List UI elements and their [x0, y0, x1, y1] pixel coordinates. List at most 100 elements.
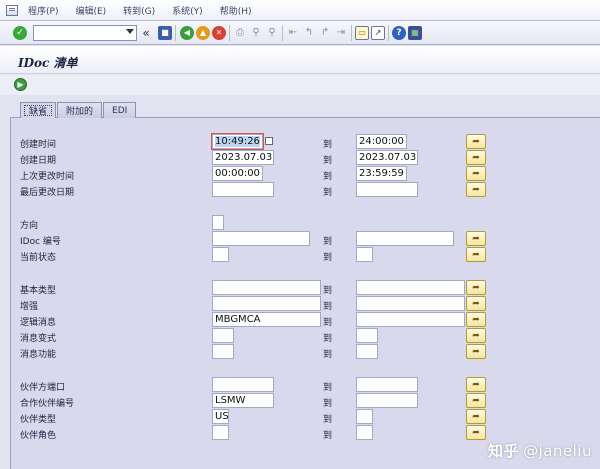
partner-number-from-field[interactable]: LSMW [212, 393, 274, 408]
tab-additional[interactable]: 附加的 [57, 102, 103, 118]
enhancement-label: 增强 [20, 302, 39, 312]
basic-type-label: 基本类型 [20, 286, 57, 296]
partner-number-to-field[interactable] [356, 393, 418, 408]
prev-page-icon[interactable]: ↰ [302, 26, 316, 40]
multiple-selection-button[interactable]: ➦ [466, 231, 486, 246]
created-time-from-field[interactable]: 10:49:26 [211, 133, 264, 150]
command-field[interactable] [33, 25, 137, 41]
multiple-selection-button[interactable]: ➦ [466, 296, 486, 311]
multiple-selection-button[interactable]: ➦ [466, 344, 486, 359]
multiple-selection-button[interactable]: ➦ [466, 409, 486, 424]
to-label: 到 [323, 302, 333, 312]
created-date-to-field[interactable]: 2023.07.03 [356, 150, 418, 165]
check-icon[interactable]: ✓ [13, 26, 27, 40]
to-label: 到 [323, 188, 333, 198]
partner-role-from-field[interactable] [212, 425, 229, 440]
separator [175, 25, 176, 41]
exit-icon[interactable]: ▲ [196, 26, 210, 40]
print-icon[interactable]: ⎙ [233, 26, 247, 40]
last-change-time-from-field[interactable]: 00:00:00 [212, 166, 263, 181]
basic-type-to-field[interactable] [356, 280, 465, 295]
page-title: IDoc 清单 [18, 56, 78, 70]
partner-role-to-field[interactable] [356, 425, 373, 440]
menu-bar: 程序(P) 编辑(E) 转到(G) 系统(Y) 帮助(H) [0, 0, 600, 21]
partner-port-label: 伙伴方端口 [20, 383, 66, 393]
message-function-from-field[interactable] [212, 344, 234, 359]
current-status-label: 当前状态 [20, 253, 57, 263]
menu-edit[interactable]: 编辑(E) [75, 4, 106, 17]
message-function-label: 消息功能 [20, 350, 57, 360]
menu-system[interactable]: 系统(Y) [172, 4, 203, 17]
multiple-selection-button[interactable]: ➦ [466, 377, 486, 392]
message-function-to-field[interactable] [356, 344, 378, 359]
idoc-number-from-field[interactable] [212, 231, 310, 246]
collapse-icon[interactable]: « [141, 26, 151, 40]
layout-icon[interactable]: ▦ [408, 26, 422, 40]
enhancement-to-field[interactable] [356, 296, 465, 311]
logical-message-label: 逻辑消息 [20, 318, 57, 328]
basic-type-from-field[interactable] [212, 280, 321, 295]
command-input[interactable] [34, 26, 122, 40]
next-page-icon[interactable]: ↱ [318, 26, 332, 40]
shortcut-icon[interactable]: ↗ [371, 26, 385, 40]
logical-message-from-field[interactable]: MBGMCA [212, 312, 321, 327]
multiple-selection-button[interactable]: ➦ [466, 150, 486, 165]
last-page-icon[interactable]: ⇥ [334, 26, 348, 40]
partner-type-to-field[interactable] [356, 409, 373, 424]
window-menu-icon[interactable] [6, 4, 18, 16]
partner-number-label: 合作伙伴编号 [20, 399, 75, 409]
direction-field[interactable] [212, 215, 224, 230]
watermark-logo: 知乎 [488, 442, 520, 460]
cancel-icon[interactable]: ✕ [212, 26, 226, 40]
partner-type-from-field[interactable]: US [212, 409, 229, 424]
tab-edi[interactable]: EDI [103, 102, 137, 118]
created-time-to-field[interactable]: 24:00:00 [356, 134, 407, 149]
partner-port-from-field[interactable] [212, 377, 274, 392]
menu-goto[interactable]: 转到(G) [123, 4, 155, 17]
multiple-selection-button[interactable]: ➦ [466, 425, 486, 440]
separator [282, 25, 283, 41]
logical-message-to-field[interactable] [356, 312, 465, 327]
menu-program[interactable]: 程序(P) [28, 4, 58, 17]
message-variant-from-field[interactable] [212, 328, 234, 343]
current-status-from-field[interactable] [212, 247, 229, 262]
enhancement-from-field[interactable] [212, 296, 321, 311]
partner-port-to-field[interactable] [356, 377, 418, 392]
find-icon[interactable]: ⚲ [249, 26, 263, 40]
last-change-date-to-field[interactable] [356, 182, 418, 197]
find-next-icon[interactable]: ⚲ [265, 26, 279, 40]
multiple-selection-button[interactable]: ➦ [466, 134, 486, 149]
last-change-time-to-field[interactable]: 23:59:59 [356, 166, 407, 181]
idoc-number-to-field[interactable] [356, 231, 454, 246]
last-change-date-from-field[interactable] [212, 182, 274, 197]
tab-default[interactable]: 缺省 [20, 102, 57, 118]
message-variant-to-field[interactable] [356, 328, 378, 343]
created-date-from-field[interactable]: 2023.07.03 [212, 150, 274, 165]
multiple-selection-button[interactable]: ➦ [466, 182, 486, 197]
message-variant-label: 消息变式 [20, 334, 57, 344]
current-status-to-field[interactable] [356, 247, 373, 262]
multiple-selection-button[interactable]: ➦ [466, 280, 486, 295]
save-icon[interactable]: ■ [158, 26, 172, 40]
multiple-selection-button[interactable]: ➦ [466, 166, 486, 181]
last-change-time-label: 上次更改时间 [20, 172, 75, 182]
help-icon[interactable]: ? [392, 26, 406, 40]
first-page-icon[interactable]: ⇤ [286, 26, 300, 40]
to-label: 到 [323, 399, 333, 409]
separator [388, 25, 389, 41]
new-session-icon[interactable]: ▭ [355, 26, 369, 40]
execute-icon[interactable]: ▶ [14, 78, 27, 91]
to-label: 到 [323, 253, 333, 263]
back-icon[interactable]: ◀ [180, 26, 194, 40]
created-date-label: 创建日期 [20, 156, 57, 166]
title-bar: IDoc 清单 [0, 46, 600, 74]
chevron-down-icon[interactable] [126, 29, 134, 34]
f4-help-icon[interactable] [265, 137, 273, 145]
multiple-selection-button[interactable]: ➦ [466, 393, 486, 408]
to-label: 到 [323, 286, 333, 296]
multiple-selection-button[interactable]: ➦ [466, 312, 486, 327]
watermark: 知乎 @janeliu [488, 440, 592, 461]
multiple-selection-button[interactable]: ➦ [466, 247, 486, 262]
menu-help[interactable]: 帮助(H) [220, 4, 252, 17]
multiple-selection-button[interactable]: ➦ [466, 328, 486, 343]
